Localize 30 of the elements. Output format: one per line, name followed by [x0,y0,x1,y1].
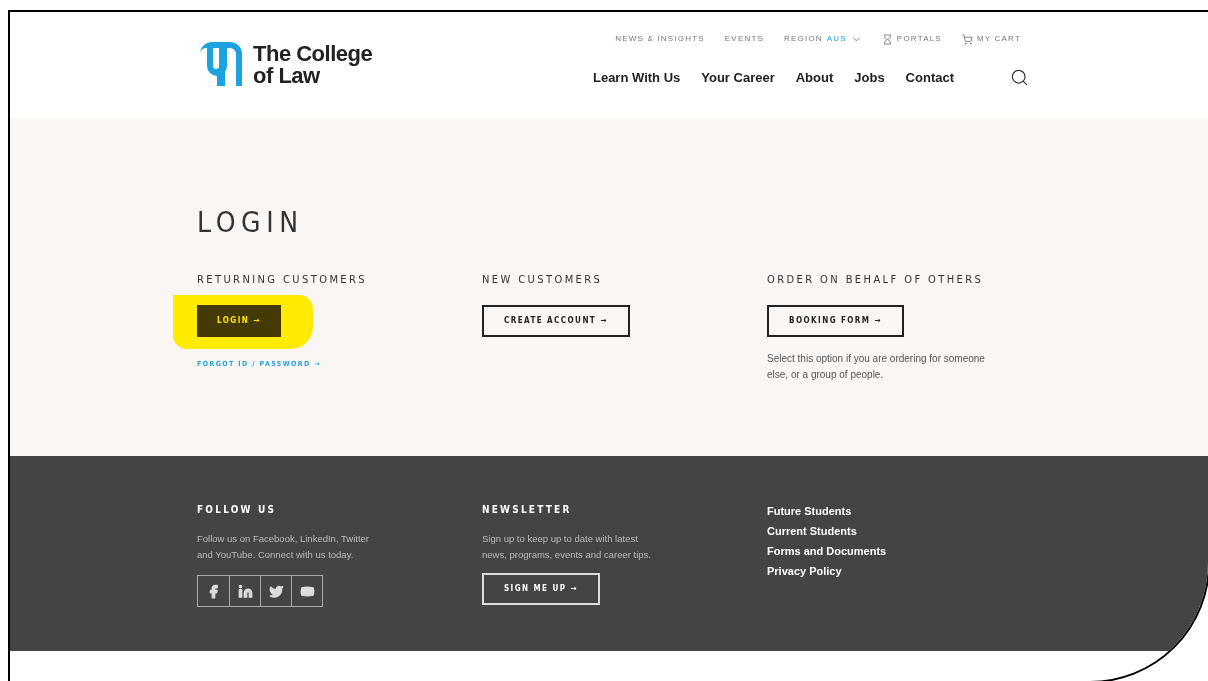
logo-text: The College of Law [253,43,373,87]
login-button[interactable]: LOGIN → [197,304,281,337]
footer-link[interactable]: Privacy Policy [767,564,1052,579]
utility-link[interactable]: NEWS & INSIGHTS [615,33,705,45]
sign-up-button[interactable]: SIGN ME UP → [482,573,600,605]
portals-link[interactable]: PORTALS [881,33,942,45]
region-selector[interactable]: REGION AUS [784,33,862,45]
outline-button[interactable]: BOOKING FORM → [767,304,904,337]
search-icon[interactable] [1010,68,1029,88]
footer-text: Follow us on Facebook, LinkedIn, Twitter and YouTube. Connect with us today. [197,532,370,562]
footer-link[interactable]: Forms and Documents [767,544,1052,559]
footer-text: Sign up to keep up to date with latest news, programs, events and career tips. [482,532,652,562]
nav-link[interactable]: Contact [905,68,954,88]
section-heading: RETURNING CUSTOMERS [197,272,368,288]
nav-link[interactable]: About [795,68,834,88]
outline-button[interactable]: CREATE ACCOUNT → [482,304,630,337]
section-heading: ORDER ON BEHALF OF OTHERS [767,272,984,288]
cart-link[interactable]: MY CART [961,33,1021,45]
footer-heading: FOLLOW US [197,503,277,517]
footer-link[interactable]: Future Students [767,504,1052,519]
section-note: Select this option if you are ordering for someone else, or a group of people. [767,351,986,382]
nav-link[interactable]: Learn With Us [592,68,681,88]
utility-link[interactable]: EVENTS [724,33,765,45]
footer-link[interactable]: Current Students [767,524,1052,539]
nav-link[interactable]: Your Career [701,68,775,88]
page-title: LOGIN [197,205,305,241]
section-heading: NEW CUSTOMERS [482,272,603,288]
nav-link[interactable]: Jobs [854,68,885,88]
footer-heading: NEWSLETTER [482,503,572,517]
cart-icon [961,33,973,45]
